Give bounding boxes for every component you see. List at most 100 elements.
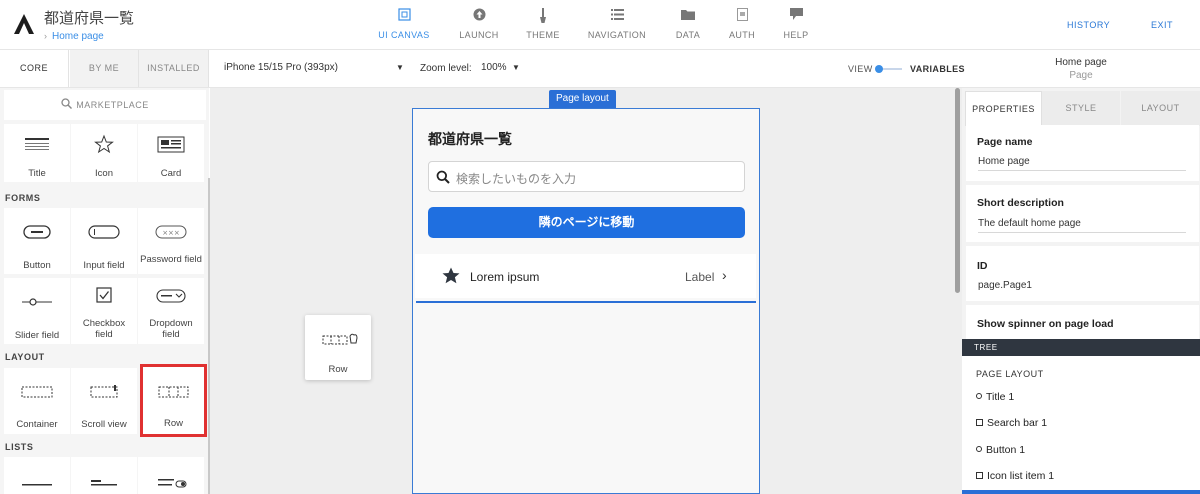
breadcrumb[interactable]: › Home page (44, 31, 104, 42)
component-container[interactable]: Container (4, 368, 70, 434)
custom-list-icon (91, 480, 117, 486)
search-placeholder: 検索したいものを入力 (456, 172, 577, 186)
next-page-button[interactable]: 隣のページに移動 (428, 207, 745, 238)
component-scroll-view[interactable]: Scroll view (71, 368, 137, 434)
component-icon[interactable]: Icon (71, 124, 137, 182)
component-dropdown-field[interactable]: Dropdown field (138, 278, 204, 344)
app-title: 都道府県一覧 (44, 10, 135, 27)
list-item-label: Label (685, 270, 715, 284)
component-button[interactable]: Button (4, 208, 70, 274)
tab-label: LAUNCH (459, 30, 499, 40)
canvas-scrollbar[interactable] (955, 88, 960, 293)
chevron-right-icon: › (44, 31, 47, 41)
list-item-title: Lorem ipsum (470, 270, 540, 284)
phone-screen[interactable]: 都道府県一覧 検索したいものを入力 隣のページに移動 Lorem ipsum L… (412, 108, 760, 494)
tab-installed[interactable]: INSTALLED (139, 50, 209, 87)
marketplace-button[interactable]: MARKETPLACE (4, 90, 206, 120)
tree-selection-bar (962, 490, 1200, 494)
view-label: VIEW (848, 64, 873, 74)
tile-label: Password field (140, 254, 202, 265)
id-label: ID (977, 260, 988, 272)
tree-item-title[interactable]: Title 1 (976, 391, 1014, 403)
tile-label: Checkbox field (82, 318, 126, 340)
tab-label: AUTH (728, 30, 756, 40)
scroll-view-icon (90, 385, 118, 398)
chevron-right-icon: › (722, 267, 727, 283)
search-bar[interactable]: 検索したいものを入力 (428, 161, 745, 192)
title-icon (25, 138, 49, 150)
component-checkbox-field[interactable]: Checkbox field (71, 278, 137, 344)
slider-icon (22, 298, 52, 306)
component-simple-list[interactable] (4, 457, 70, 494)
tile-label: Title (28, 168, 46, 179)
zoom-label: Zoom level: (420, 63, 472, 74)
component-input-field[interactable]: Input field (71, 208, 137, 274)
tab-core[interactable]: CORE (0, 50, 69, 87)
icon-list-item[interactable]: Lorem ipsum Label › (415, 254, 756, 298)
tab-ui-canvas[interactable]: UI CANVAS (369, 8, 439, 40)
component-slider-field[interactable]: Slider field (4, 278, 70, 344)
view-variables-toggle[interactable] (874, 64, 904, 74)
breadcrumb-page[interactable]: Home page (52, 31, 104, 42)
screen-title[interactable]: 都道府県一覧 (428, 129, 512, 149)
spinner-label: Show spinner on page load (977, 318, 1114, 330)
input-field-icon (88, 225, 120, 239)
current-page-name: Home page (1055, 57, 1107, 68)
drag-label: Row (328, 364, 348, 375)
star-outline-icon (94, 134, 114, 154)
password-field-icon: ××× (155, 225, 187, 239)
page-layout-badge[interactable]: Page layout (549, 90, 616, 108)
zoom-select[interactable]: 100% (481, 62, 507, 73)
page-name-label: Page name (977, 136, 1033, 148)
tile-label: Input field (83, 260, 125, 271)
id-value: page.Page1 (978, 280, 1032, 291)
tab-style[interactable]: STYLE (1042, 91, 1120, 126)
component-password-field[interactable]: ××× Password field (138, 208, 204, 274)
sub-toolbar: CORE BY ME INSTALLED (0, 50, 1200, 88)
tile-label: Container (16, 419, 58, 430)
tree-item-label: Search bar 1 (987, 417, 1048, 429)
toggle-list-icon (158, 479, 187, 488)
exit-button[interactable]: EXIT (1151, 20, 1173, 30)
tree-header[interactable]: TREE (962, 339, 1200, 356)
dropdown-icon (156, 289, 186, 303)
tree-item-search-bar[interactable]: Search bar 1 (976, 417, 1047, 429)
tab-properties[interactable]: PROPERTIES (965, 91, 1042, 126)
tab-launch[interactable]: LAUNCH (444, 8, 514, 40)
page-name-input[interactable]: Home page (978, 156, 1030, 167)
tab-theme[interactable]: THEME (508, 8, 578, 40)
brush-icon (508, 8, 578, 24)
short-description-input[interactable]: The default home page (978, 218, 1081, 229)
device-select[interactable]: iPhone 15/15 Pro (393px) (224, 62, 338, 73)
component-toggle-list[interactable] (138, 457, 204, 494)
button-icon (23, 225, 51, 239)
short-description-card: Short description The default home page (966, 185, 1199, 242)
container-icon (21, 386, 53, 398)
toggle-knob[interactable] (875, 65, 883, 73)
tab-by-me[interactable]: BY ME (70, 50, 139, 87)
list-icon (582, 8, 652, 24)
tab-help[interactable]: HELP (761, 8, 831, 40)
circle-icon (976, 393, 982, 399)
component-card[interactable]: Card (138, 124, 204, 182)
adalo-logo-icon[interactable] (13, 13, 35, 35)
tree-item-button[interactable]: Button 1 (976, 444, 1025, 456)
component-title[interactable]: Title (4, 124, 70, 182)
checkbox-icon (96, 287, 112, 303)
component-custom-list[interactable] (71, 457, 137, 494)
tile-label: Card (160, 168, 182, 179)
marketplace-label: MARKETPLACE (76, 100, 149, 110)
history-button[interactable]: HISTORY (1067, 20, 1110, 30)
section-forms: FORMS (5, 193, 41, 203)
caret-down-icon[interactable]: ▼ (512, 63, 520, 72)
row-icon (322, 333, 358, 345)
page-name-card: Page name Home page (966, 125, 1199, 181)
caret-down-icon[interactable]: ▼ (396, 63, 404, 72)
tile-label: Button (23, 260, 51, 271)
tab-layout[interactable]: LAYOUT (1121, 91, 1200, 126)
tab-navigation[interactable]: NAVIGATION (582, 8, 652, 40)
tree-item-icon-list-item[interactable]: Icon list item 1 (976, 470, 1054, 482)
spinner-card[interactable]: Show spinner on page load (966, 305, 1199, 339)
dragging-row-component[interactable]: Row (305, 315, 371, 380)
tile-label: Slider field (14, 330, 60, 341)
